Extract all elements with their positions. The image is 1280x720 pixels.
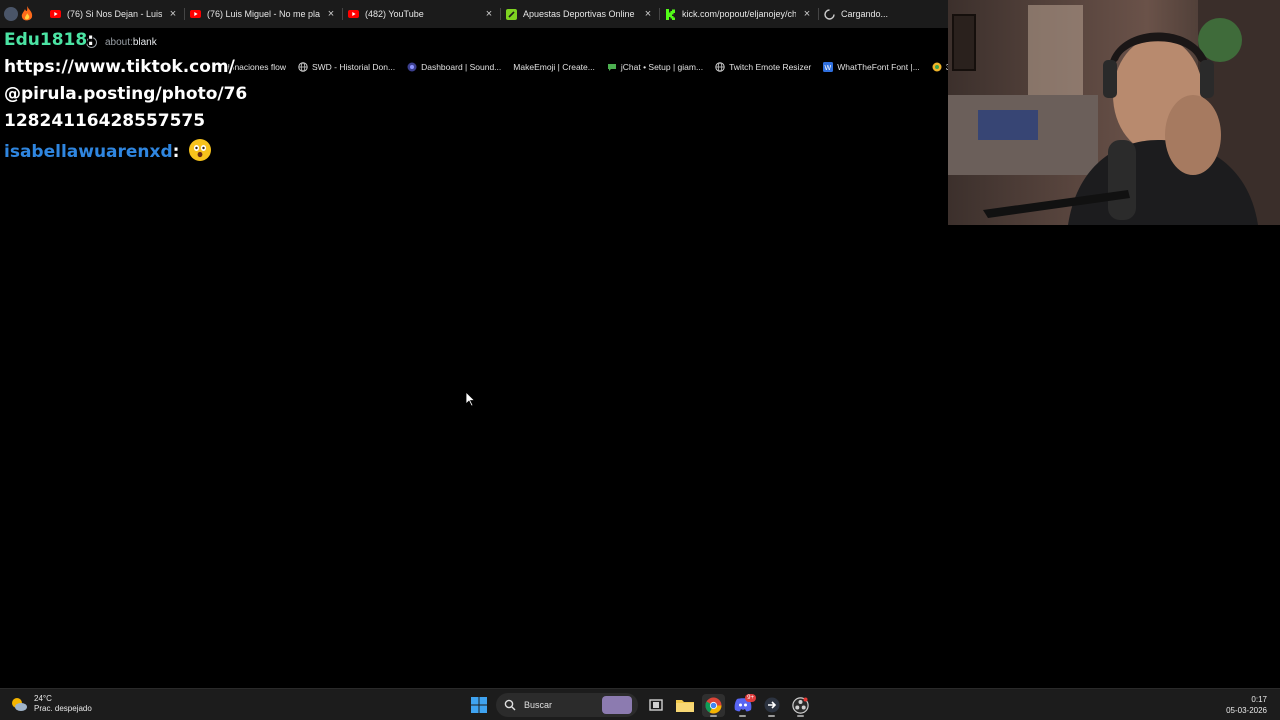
tab-close-icon[interactable]: × (802, 8, 812, 20)
taskbar-center: Buscar 9+ (467, 689, 812, 720)
youtube-icon (190, 9, 201, 20)
weather-temp: 24°C (34, 694, 52, 703)
task-view-button[interactable] (644, 694, 667, 717)
streamer-app-taskbar-button[interactable] (760, 694, 783, 717)
bookmark-label: Dashboard | Sound... (421, 62, 502, 72)
astonished-face-emoji-icon (189, 139, 212, 161)
svg-text:W: W (825, 65, 832, 72)
chat-username: isabellawuarenxd (4, 142, 173, 162)
bookmark-label: MakeEmoji | Create... (513, 62, 595, 72)
tab-close-icon[interactable]: × (643, 8, 653, 20)
bookmark-item[interactable]: SWD - Historial Don... (292, 56, 401, 78)
chat-message-edu1818: Edu1818: (4, 30, 94, 50)
tab-title: (76) Luis Miguel - No me platiq (207, 9, 320, 19)
bookmark-item[interactable]: 3D Gif N (926, 56, 948, 78)
tab-close-icon[interactable]: × (168, 8, 178, 20)
search-highlight-icon (602, 696, 632, 714)
chat-message-text: https://www.tiktok.com/ (4, 57, 235, 77)
chat-colon: : (87, 30, 95, 50)
url-host: blank (132, 36, 157, 48)
bookmark-item[interactable]: W WhatTheFont Font |... (817, 56, 926, 78)
loading-spinner-icon (824, 8, 835, 20)
globe-icon (298, 62, 308, 72)
browser-tab[interactable]: Cargando... (818, 0, 948, 28)
browser-tab-strip: (76) Si Nos Dejan - Luis Miguel×(76) Lui… (0, 0, 948, 28)
tab-title: (76) Si Nos Dejan - Luis Miguel (67, 9, 162, 19)
notification-badge: 9+ (745, 693, 756, 702)
jchat-icon (607, 62, 617, 72)
bookmark-label: jChat • Setup | giam... (620, 62, 704, 72)
chat-colon: : (172, 142, 180, 162)
tab-close-icon[interactable]: × (484, 8, 494, 20)
taskbar-search-box[interactable]: Buscar (496, 693, 638, 717)
bookmark-label: WhatTheFont Font |... (837, 62, 920, 72)
profile-avatar-icon[interactable] (4, 7, 18, 21)
chrome-taskbar-button[interactable] (702, 693, 725, 717)
tab-title: (482) YouTube (365, 9, 424, 19)
url-scheme: about: (105, 36, 133, 48)
bookmark-item[interactable]: MakeEmoji | Create... (507, 56, 601, 78)
kick-icon (665, 8, 676, 20)
running-indicator (797, 714, 804, 717)
bookmark-item[interactable]: Dashboard | Sound... (401, 56, 507, 78)
windows-taskbar: 24°C Prac. despejado Buscar 9+ 0:17 05-0… (0, 688, 1280, 720)
weather-widget[interactable]: 24°C Prac. despejado (10, 694, 92, 714)
tab-title: Apuestas Deportivas Online en (523, 9, 637, 19)
webcam-feed (948, 0, 1280, 225)
partly-cloudy-icon (10, 695, 28, 713)
start-button[interactable] (467, 694, 490, 717)
globe-icon (715, 62, 725, 72)
browser-tab[interactable]: (76) Si Nos Dejan - Luis Miguel × (44, 0, 184, 28)
search-placeholder: Buscar (524, 700, 553, 710)
chrome-icon (705, 697, 722, 713)
bookmark-label: Twitch Emote Resizer (729, 62, 812, 72)
search-icon (504, 699, 516, 711)
windows-logo-icon (470, 697, 487, 713)
running-indicator (768, 714, 775, 717)
tab-title: kick.com/popout/eljanojey/cha (682, 9, 796, 19)
browser-tab[interactable]: (76) Luis Miguel - No me platiq × (184, 0, 342, 28)
discord-taskbar-button[interactable]: 9+ (731, 693, 756, 717)
bet-icon (506, 8, 517, 20)
chat-message-text: 12824116428557575 (4, 111, 206, 131)
bookmark-label: SWD - Historial Don... (311, 62, 396, 72)
soundalerts-icon (407, 62, 417, 72)
mouse-cursor-icon (465, 391, 476, 412)
clock-date: 05-03-2026 (1226, 706, 1267, 715)
bookmark-item[interactable]: jChat • Setup | giam... (601, 56, 709, 78)
tab-close-icon[interactable]: × (326, 8, 336, 20)
running-indicator (710, 714, 717, 717)
chat-message-text: @pirula.posting/photo/76 (4, 84, 248, 104)
gif-icon (932, 62, 942, 72)
chat-username: Edu1818 (4, 30, 88, 50)
obs-icon (792, 696, 809, 714)
youtube-icon (50, 9, 61, 20)
tab-strip-left-icons (0, 0, 44, 28)
folder-icon (675, 700, 694, 712)
arrow-app-icon (764, 697, 779, 713)
address-bar[interactable]: i about: blank (86, 36, 157, 48)
obs-taskbar-button[interactable] (789, 694, 812, 717)
task-view-icon (648, 699, 663, 711)
address-bar-row: i about: blank (0, 28, 948, 56)
bookmark-item[interactable]: Twitch Emote Resizer (709, 56, 817, 78)
browser-tab[interactable]: Apuestas Deportivas Online en × (500, 0, 659, 28)
wtf-icon: W (823, 62, 834, 72)
system-clock[interactable]: 0:17 05-03-2026 (1226, 694, 1267, 716)
browser-tab[interactable]: kick.com/popout/eljanojey/cha × (659, 0, 818, 28)
running-indicator (739, 714, 746, 717)
browser-tab[interactable]: (482) YouTube × (342, 0, 500, 28)
chat-message-isabellawuarenxd: isabellawuarenxd: (4, 139, 212, 162)
youtube-icon (348, 9, 359, 20)
tab-title: Cargando... (841, 9, 889, 19)
fire-icon (20, 6, 34, 22)
file-explorer-button[interactable] (673, 694, 696, 717)
weather-desc: Prac. despejado (34, 704, 92, 713)
clock-time: 0:17 (1251, 695, 1267, 704)
